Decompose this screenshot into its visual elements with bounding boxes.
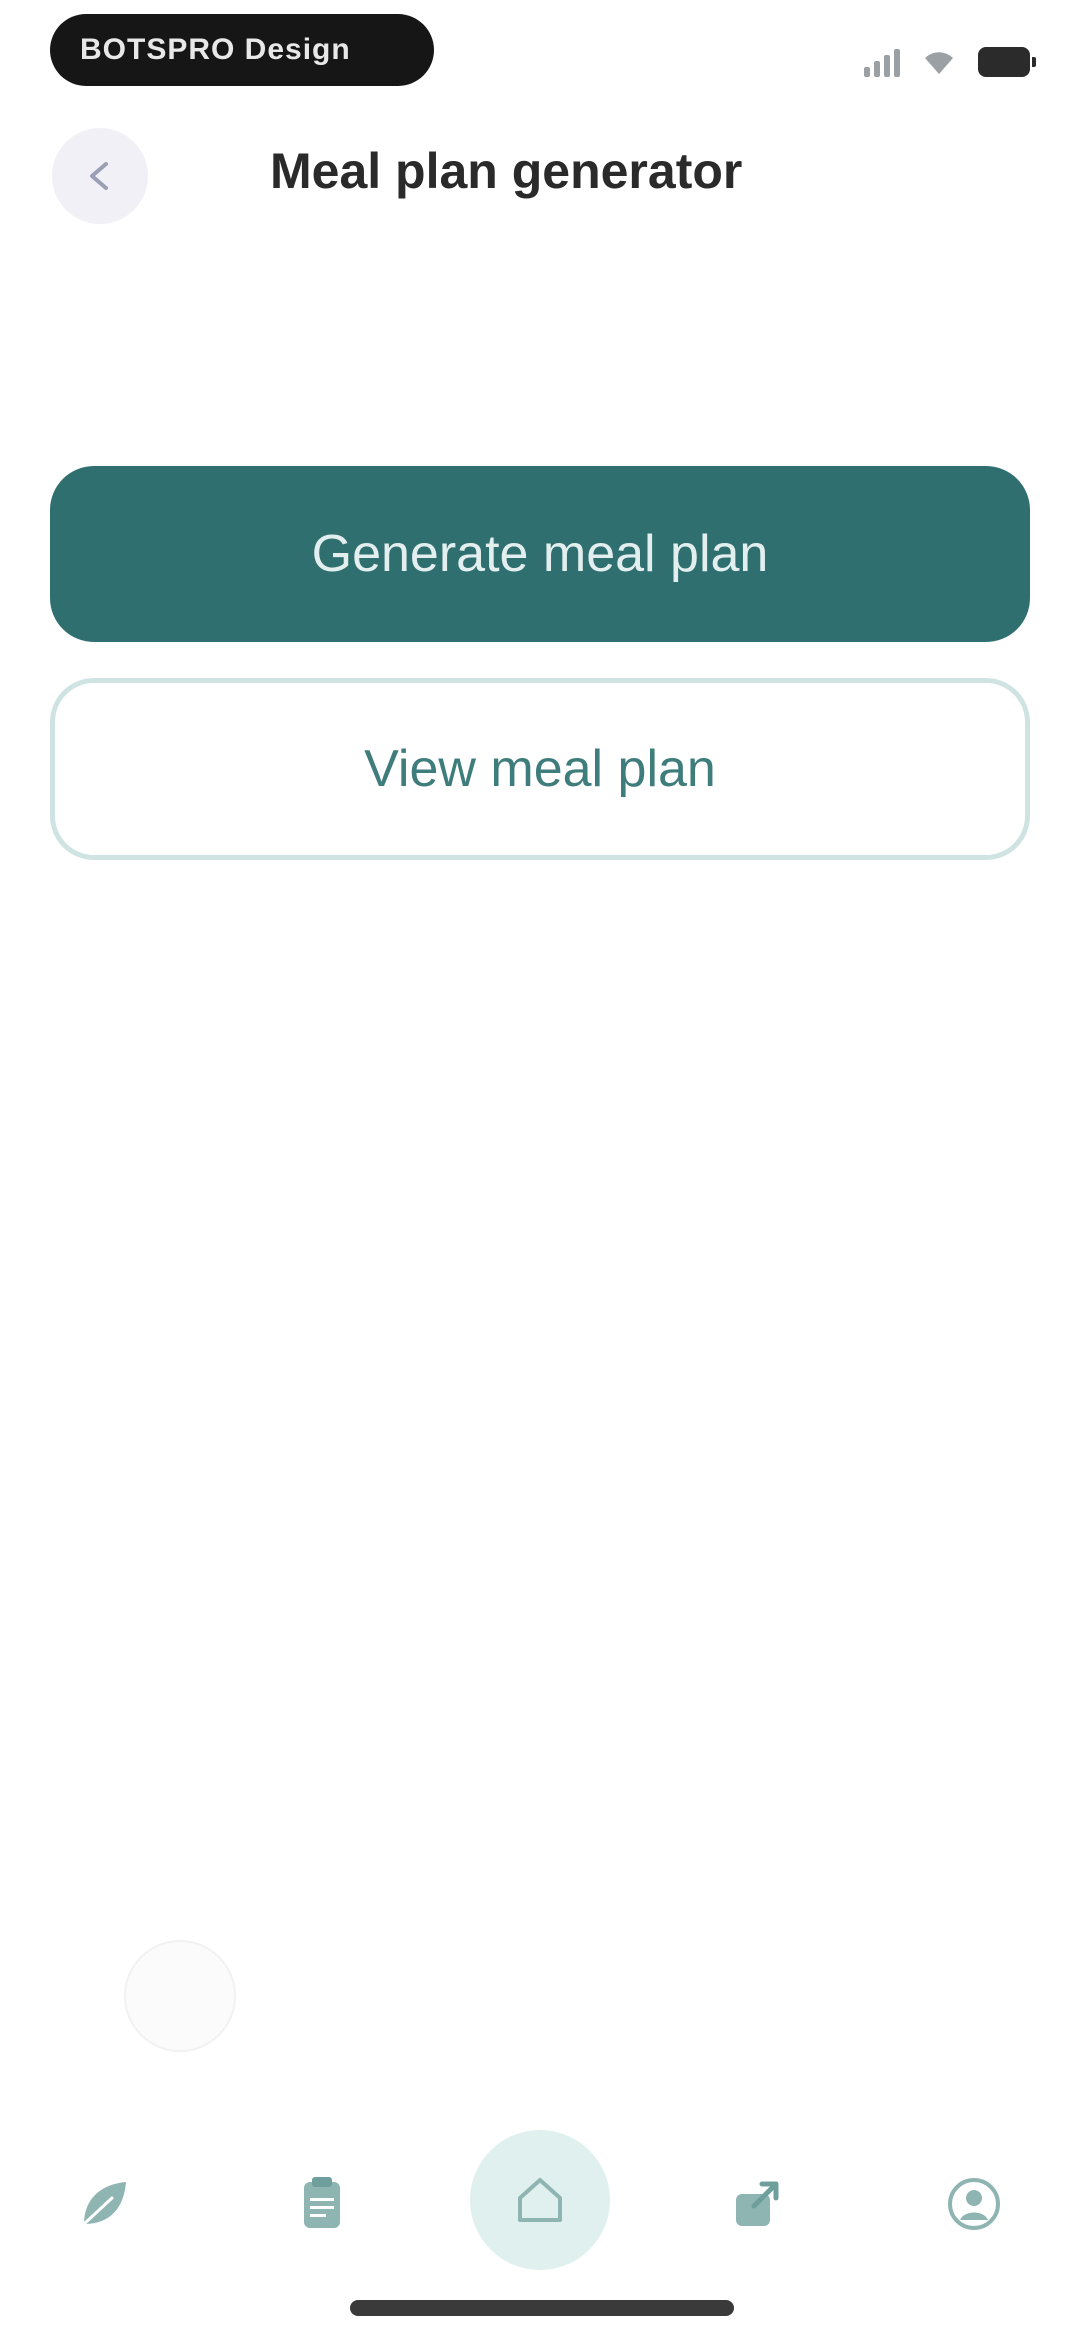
home-indicator	[350, 2300, 734, 2316]
header: Meal plan generator	[0, 120, 1080, 230]
back-button[interactable]	[52, 128, 148, 224]
nav-item-share[interactable]	[708, 2156, 804, 2252]
share-icon	[736, 2181, 779, 2226]
signal-icon	[864, 47, 900, 77]
page-title: Meal plan generator	[270, 143, 743, 199]
arrow-left-icon	[90, 162, 108, 190]
nav-item-profile[interactable]	[926, 2156, 1022, 2252]
profile-icon	[948, 2178, 1000, 2230]
nav-item-home[interactable]	[470, 2130, 610, 2270]
nav-item-leaf[interactable]	[56, 2156, 152, 2252]
floating-action-circle[interactable]	[124, 1940, 236, 2052]
status-bar: BOTSPRO Design	[0, 0, 1080, 110]
bottom-nav	[0, 2130, 1080, 2290]
status-icons	[864, 40, 1036, 84]
status-pill: BOTSPRO Design	[50, 14, 434, 86]
view-meal-plan-button[interactable]: View meal plan	[50, 678, 1030, 860]
status-pill-text: BOTSPRO Design	[80, 33, 351, 66]
clipboard-icon	[304, 2177, 340, 2228]
generate-meal-plan-label: Generate meal plan	[311, 525, 769, 583]
generate-meal-plan-button[interactable]: Generate meal plan	[50, 466, 1030, 642]
battery-icon	[978, 47, 1036, 77]
view-meal-plan-label: View meal plan	[364, 740, 716, 798]
leaf-icon	[82, 2182, 126, 2226]
wifi-icon	[922, 48, 956, 76]
nav-item-clipboard[interactable]	[274, 2156, 370, 2252]
home-icon	[518, 2178, 562, 2222]
